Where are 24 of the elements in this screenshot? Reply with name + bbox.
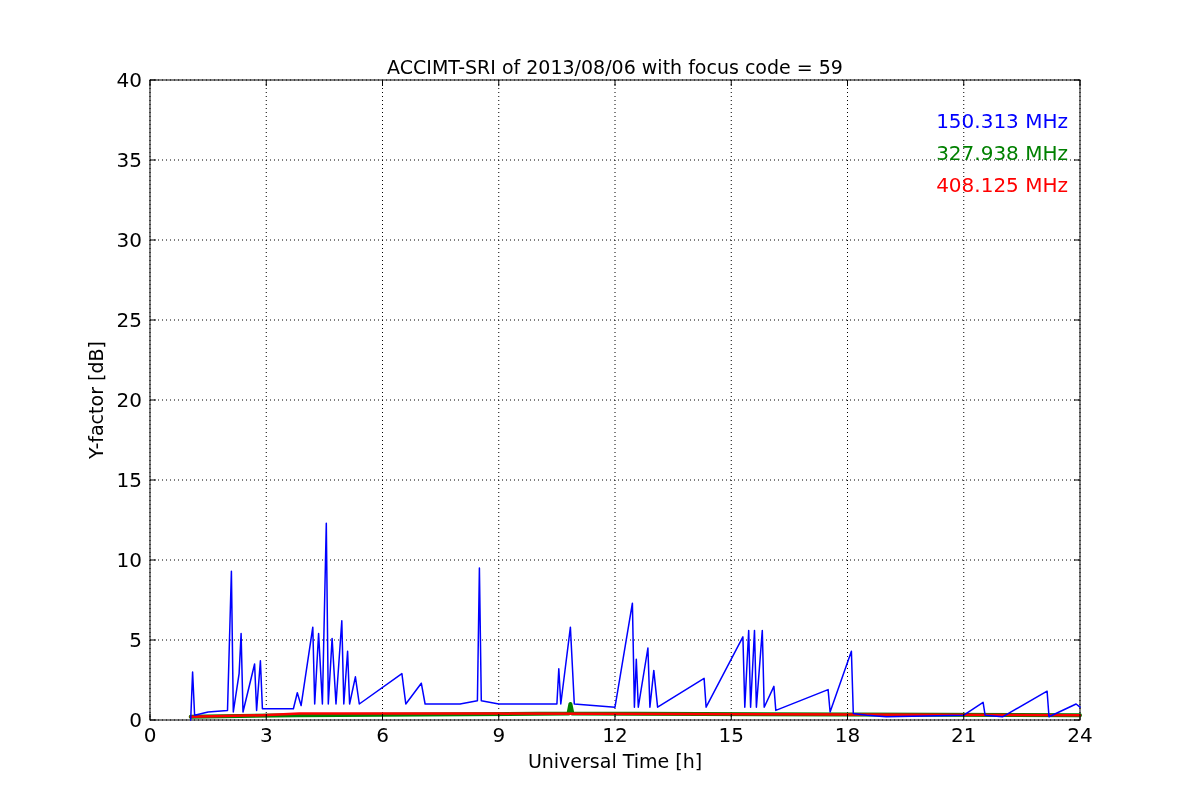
y-tick-label: 10 bbox=[116, 548, 142, 572]
y-tick-label: 0 bbox=[129, 708, 142, 732]
chart-title: ACCIMT-SRI of 2013/08/06 with focus code = 59 bbox=[387, 56, 843, 78]
x-tick-label: 9 bbox=[492, 723, 506, 747]
legend-label: 150.313 MHz bbox=[936, 109, 1068, 133]
x-tick-label: 15 bbox=[718, 723, 744, 747]
x-tick-label: 3 bbox=[259, 723, 273, 747]
x-tick-label: 24 bbox=[1067, 723, 1093, 747]
x-tick-label: 6 bbox=[376, 723, 389, 747]
x-tick-label: 0 bbox=[143, 723, 157, 747]
x-tick-label: 21 bbox=[951, 723, 977, 747]
y-tick-label: 5 bbox=[129, 628, 142, 652]
y-tick-label: 15 bbox=[116, 468, 142, 492]
y-tick-label: 20 bbox=[116, 388, 142, 412]
y-axis-label: Y-factor [dB] bbox=[85, 341, 107, 459]
y-tick-label: 25 bbox=[116, 308, 142, 332]
y-tick-label: 40 bbox=[116, 68, 142, 92]
legend-label: 327.938 MHz bbox=[936, 141, 1068, 165]
y-tick-label: 30 bbox=[116, 228, 142, 252]
y-tick-label: 35 bbox=[116, 148, 142, 172]
x-tick-label: 12 bbox=[602, 723, 628, 747]
x-axis-label: Universal Time [h] bbox=[527, 750, 703, 772]
x-tick-label: 18 bbox=[834, 723, 861, 747]
legend-label: 408.125 MHz bbox=[936, 173, 1068, 197]
